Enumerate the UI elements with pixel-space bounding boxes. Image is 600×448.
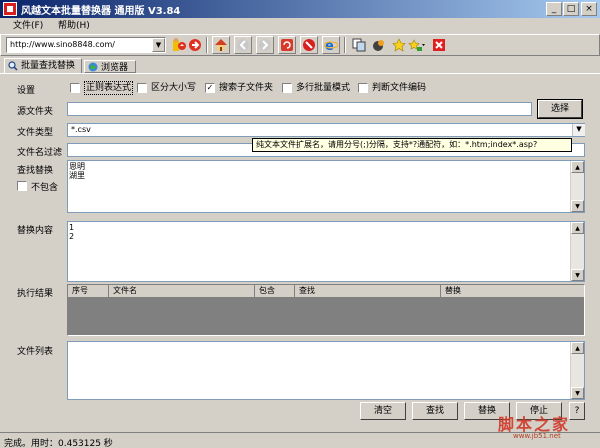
- stop-icon[interactable]: [300, 36, 318, 54]
- detect-encoding-checkbox[interactable]: [358, 83, 368, 93]
- ie-icon[interactable]: e: [322, 36, 340, 54]
- case-sensitive-checkbox[interactable]: [137, 83, 147, 93]
- tab-batch-replace[interactable]: 批量查找替换: [4, 58, 82, 74]
- file-type-dropdown[interactable]: ▼: [572, 124, 585, 136]
- replace-scrollbar[interactable]: ▲ ▼: [570, 222, 584, 281]
- url-dropdown-button[interactable]: ▼: [152, 38, 165, 52]
- maximize-button[interactable]: □: [563, 2, 579, 16]
- window-title: 风越文本批量替换器 通用版 V3.84: [21, 6, 181, 17]
- search-icon: [8, 61, 18, 71]
- delete-icon[interactable]: [430, 36, 448, 54]
- find-line: 湖里: [69, 171, 85, 180]
- minimize-button[interactable]: _: [546, 2, 562, 16]
- source-folder-label: 源文件夹: [17, 107, 54, 117]
- regex-label: 正则表达式: [84, 81, 134, 95]
- scroll-down-arrow[interactable]: ▼: [571, 200, 584, 212]
- replace-label: 替换内容: [17, 226, 54, 236]
- multiline-label: 多行批量模式: [296, 83, 351, 93]
- find-textarea[interactable]: 恩明 湖里 ▲ ▼: [67, 160, 585, 213]
- detect-encoding-label: 判断文件编码: [372, 83, 427, 93]
- regex-checkbox[interactable]: [70, 83, 80, 93]
- menu-bar: 文件(F) 帮助(H): [0, 18, 600, 34]
- scroll-down-arrow[interactable]: ▼: [571, 387, 584, 399]
- globe-icon: [88, 62, 98, 72]
- scroll-down-arrow[interactable]: ▼: [571, 269, 584, 281]
- file-list-scrollbar[interactable]: ▲ ▼: [570, 342, 584, 399]
- column-header-index[interactable]: 序号: [68, 285, 109, 297]
- star-icon[interactable]: [390, 36, 408, 54]
- filename-filter-label: 文件名过滤: [17, 148, 63, 158]
- column-header-filename[interactable]: 文件名: [109, 285, 255, 297]
- find-line: 恩明: [69, 162, 85, 171]
- column-header-contains[interactable]: 包含: [255, 285, 295, 297]
- menu-help[interactable]: 帮助(H): [58, 19, 90, 33]
- results-header: 序号 文件名 包含 查找 替换: [68, 285, 584, 297]
- subfolders-label: 搜索子文件夹: [219, 83, 274, 93]
- find-button[interactable]: 查找: [412, 402, 458, 420]
- source-folder-input[interactable]: [67, 102, 532, 116]
- refresh-icon[interactable]: [278, 36, 296, 54]
- find-scrollbar[interactable]: ▲ ▼: [570, 161, 584, 212]
- file-list-textarea[interactable]: ▲ ▼: [67, 341, 585, 400]
- file-type-label: 文件类型: [17, 128, 54, 138]
- back-icon[interactable]: [234, 36, 252, 54]
- file-type-tooltip: 纯文本文件扩展名，请用分号(;)分隔，支持*?通配符，如：*.htm;index…: [252, 138, 572, 152]
- tab-browser[interactable]: 浏览器: [84, 60, 136, 73]
- settings-label: 设置: [17, 86, 36, 96]
- add-star-icon[interactable]: [408, 36, 426, 54]
- tab-batch-replace-label: 批量查找替换: [21, 61, 76, 71]
- copy-icon[interactable]: [350, 36, 368, 54]
- home-icon[interactable]: [212, 36, 230, 54]
- scroll-up-arrow[interactable]: ▲: [571, 161, 584, 173]
- case-sensitive-label: 区分大小写: [151, 83, 197, 93]
- menu-file[interactable]: 文件(F): [13, 19, 43, 33]
- results-list[interactable]: 序号 文件名 包含 查找 替换: [67, 284, 585, 336]
- column-header-find[interactable]: 查找: [295, 285, 441, 297]
- results-label: 执行结果: [17, 289, 54, 299]
- title-bar: 风越文本批量替换器 通用版 V3.84 _ □ ×: [0, 0, 600, 18]
- browse-button[interactable]: 选择: [537, 99, 583, 119]
- find-label: 查找替换: [17, 166, 54, 176]
- help-button[interactable]: ?: [569, 402, 585, 420]
- app-icon: [3, 2, 17, 16]
- replace-line: 2: [69, 232, 75, 241]
- forward-icon[interactable]: [256, 36, 274, 54]
- multiline-checkbox[interactable]: [282, 83, 292, 93]
- close-button[interactable]: ×: [581, 2, 597, 16]
- paint-icon[interactable]: [370, 36, 388, 54]
- status-text: 完成。用时：0.453125 秒: [4, 439, 113, 448]
- not-contain-label: 不包含: [31, 183, 59, 193]
- file-type-input[interactable]: *.csv: [67, 123, 585, 137]
- clear-button[interactable]: 清空: [360, 402, 406, 420]
- watermark-url: www.jb51.net: [513, 432, 561, 440]
- column-header-replace[interactable]: 替换: [441, 285, 584, 297]
- subfolders-checkbox[interactable]: ✓: [205, 83, 215, 93]
- go-icon[interactable]: [186, 36, 204, 54]
- svg-text:e: e: [325, 39, 334, 52]
- scroll-up-arrow[interactable]: ▲: [571, 222, 584, 234]
- replace-line: 1: [69, 223, 75, 232]
- file-list-label: 文件列表: [17, 347, 54, 357]
- scroll-up-arrow[interactable]: ▲: [571, 342, 584, 354]
- tab-browser-label: 浏览器: [101, 63, 129, 73]
- not-contain-checkbox[interactable]: [17, 181, 27, 191]
- replace-textarea[interactable]: 1 2 ▲ ▼: [67, 221, 585, 282]
- url-input[interactable]: http://www.sino8848.com/: [6, 37, 166, 53]
